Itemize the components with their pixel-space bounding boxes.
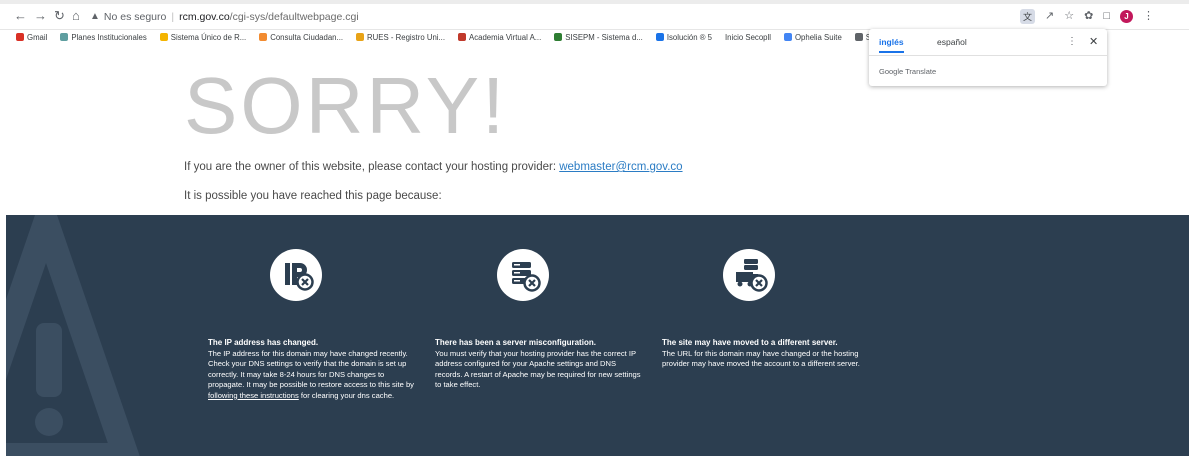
- reload-icon[interactable]: ↻: [54, 9, 65, 23]
- warning-triangle-icon: [6, 215, 140, 456]
- bookmark-star-icon[interactable]: ☆: [1064, 9, 1074, 23]
- omnibox-separator: |: [171, 10, 175, 23]
- reason-ip-body: The IP address for this domain may have …: [208, 349, 420, 401]
- reason-ip-title: The IP address has changed.: [208, 338, 319, 347]
- reason-intro: It is possible you have reached this pag…: [184, 190, 442, 202]
- planes-icon: [60, 33, 69, 41]
- bookmark-label: Ophelia Suite: [794, 32, 842, 42]
- url-host[interactable]: rcm.gov.co: [179, 11, 230, 23]
- server-moved-icon: [723, 249, 775, 301]
- bookmark-item[interactable]: RUES - Registro Uni...: [356, 33, 445, 42]
- bookmark-item[interactable]: Inicio Secopll: [725, 33, 771, 42]
- google-translate-label: Google Translate: [879, 67, 937, 76]
- forward-arrow-icon[interactable]: →: [34, 9, 47, 23]
- not-secure-warning-icon[interactable]: ▲: [90, 11, 100, 22]
- reasons-panel: The IP address has changed. The IP addre…: [6, 215, 1189, 456]
- close-icon[interactable]: ✕: [1089, 35, 1098, 48]
- translate-divider: [869, 55, 1107, 56]
- ip-error-icon: [270, 249, 322, 301]
- bookmark-item[interactable]: SISEPM - Sistema d...: [554, 33, 643, 42]
- bookmark-label: Sistema Único de R...: [170, 32, 247, 42]
- bookmark-label: Inicio Secopll: [725, 32, 771, 42]
- security-status[interactable]: No es seguro: [104, 11, 166, 23]
- folder-icon: [159, 33, 168, 41]
- bookmark-item[interactable]: Isolución ® 5: [655, 32, 713, 42]
- gmail-icon: [16, 33, 24, 41]
- bookmark-item[interactable]: Academia Virtual A...: [458, 33, 541, 42]
- address-toolbar: ← → ↻ ⌂ ▲ No es seguro | rcm.gov.co/cgi-…: [0, 0, 1189, 30]
- owner-contact-line: If you are the owner of this website, pl…: [184, 161, 683, 173]
- page-headline: SORRY!: [184, 61, 508, 150]
- tab-strip-edge: [0, 0, 1189, 4]
- consulta-icon: [259, 33, 268, 41]
- profile-avatar[interactable]: J: [1119, 9, 1133, 23]
- ophelia-icon: [783, 33, 792, 41]
- translate-icon[interactable]: 文: [1020, 8, 1036, 24]
- bookmark-label: Academia Virtual A...: [469, 32, 542, 42]
- bookmark-item[interactable]: Ophelia Suite: [783, 32, 842, 42]
- toolbar-actions: 文 ↗ ☆ ✿ □ J ⋮: [1020, 8, 1154, 24]
- academia-icon: [458, 33, 467, 41]
- tab-english[interactable]: inglés: [879, 37, 904, 53]
- rues-icon: [356, 33, 365, 41]
- reason-misconfig-title: There has been a server misconfiguration…: [435, 338, 596, 347]
- share-icon[interactable]: ↗: [1045, 9, 1054, 23]
- bookmark-label: Isolución ® 5: [666, 32, 713, 42]
- extensions-puzzle-icon[interactable]: ✿: [1084, 9, 1093, 23]
- bookmark-item[interactable]: Planes Institucionales: [60, 32, 147, 42]
- back-arrow-icon[interactable]: ←: [14, 9, 27, 23]
- menu-kebab-icon[interactable]: ⋮: [1143, 9, 1154, 23]
- bookmark-label: Planes Institucionales: [71, 32, 147, 42]
- bookmark-label: RUES - Registro Uni...: [367, 32, 446, 42]
- bookmark-item[interactable]: Consulta Ciudadan...: [259, 33, 343, 42]
- side-panel-icon[interactable]: □: [1103, 9, 1110, 23]
- owner-contact-text: If you are the owner of this website, pl…: [184, 161, 560, 173]
- url-path[interactable]: /cgi-sys/defaultwebpage.cgi: [230, 11, 359, 23]
- server-error-icon: [497, 249, 549, 301]
- bookmark-label: SISEPM - Sistema d...: [565, 32, 643, 42]
- sisepm-icon: [554, 33, 563, 41]
- bookmark-label: Consulta Ciudadan...: [270, 32, 344, 42]
- tab-spanish[interactable]: español: [937, 37, 967, 53]
- browser-window: ← → ↻ ⌂ ▲ No es seguro | rcm.gov.co/cgi-…: [0, 0, 1189, 456]
- home-icon[interactable]: ⌂: [72, 9, 80, 23]
- translate-options-icon[interactable]: ⋮: [1067, 36, 1077, 47]
- reason-misconfig-body: You must verify that your hosting provid…: [435, 349, 641, 390]
- webmaster-email-link[interactable]: webmaster@rcm.gov.co: [559, 161, 682, 173]
- bookmark-label: Gmail: [27, 32, 48, 42]
- isolucion-icon: [655, 33, 664, 41]
- following-instructions-link[interactable]: following these instructions: [208, 391, 299, 400]
- bookmark-item[interactable]: Sistema Único de R...: [159, 32, 247, 42]
- bookmark-item[interactable]: Gmail: [16, 33, 47, 42]
- reason-moved-body: The URL for this domain may have changed…: [662, 349, 860, 369]
- reason-moved-title: The site may have moved to a different s…: [662, 338, 838, 347]
- reason-ip-text-after: for clearing your dns cache.: [298, 390, 395, 400]
- reason-ip-text: The IP address for this domain may have …: [208, 349, 414, 390]
- omnibox[interactable]: ▲ No es seguro | rcm.gov.co/cgi-sys/defa…: [90, 8, 359, 25]
- translate-popup: inglés español ⋮ ✕ Google Translate: [869, 29, 1107, 86]
- globe-icon: [854, 33, 863, 41]
